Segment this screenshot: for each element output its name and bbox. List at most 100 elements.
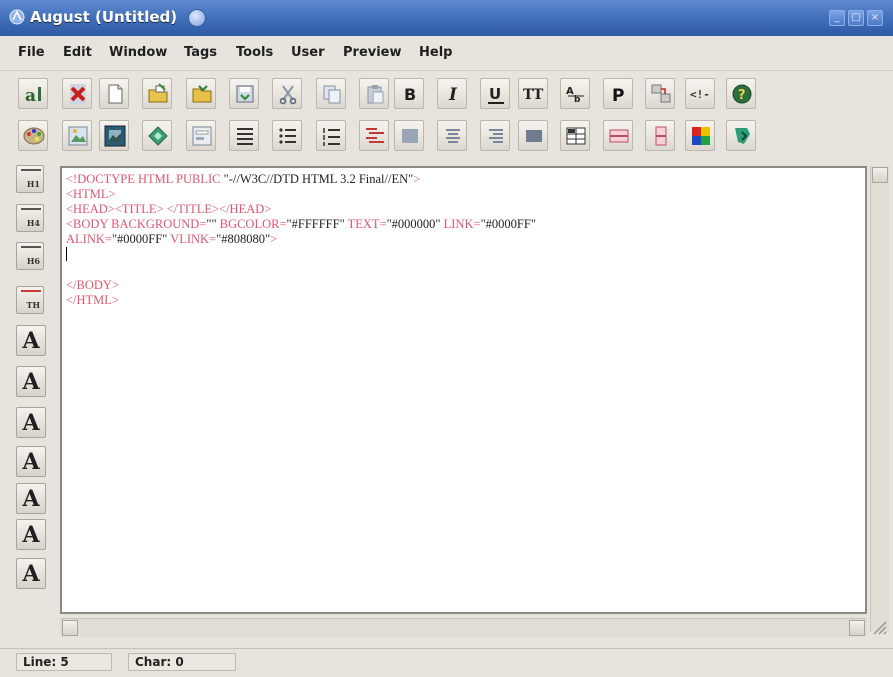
heading-2-button[interactable]: H4 bbox=[16, 204, 44, 232]
line-indicator: Line: 5 bbox=[16, 653, 112, 671]
close-file-button[interactable] bbox=[62, 78, 92, 109]
copy-button[interactable] bbox=[316, 78, 346, 109]
block-button[interactable] bbox=[518, 120, 548, 151]
picture-frame-icon bbox=[104, 125, 126, 147]
svg-text:?: ? bbox=[738, 88, 746, 103]
cut-button[interactable] bbox=[272, 78, 302, 109]
table-cell-button[interactable] bbox=[645, 120, 675, 151]
align-center-button[interactable] bbox=[437, 120, 467, 151]
heading-2-label: H4 bbox=[26, 218, 40, 228]
code-line: <BODY BACKGROUND="" BGCOLOR="#FFFFFF" TE… bbox=[66, 217, 861, 232]
new-file-button[interactable] bbox=[99, 78, 129, 109]
font-size-7-button[interactable]: A bbox=[16, 558, 46, 589]
save-file-button[interactable] bbox=[229, 78, 259, 109]
heading-1-button[interactable]: H1 bbox=[16, 165, 44, 193]
font-size-3-button[interactable]: A bbox=[16, 407, 46, 438]
code-value-token: "" bbox=[206, 217, 217, 231]
table-button[interactable] bbox=[560, 120, 590, 151]
scroll-right-arrow-icon[interactable] bbox=[849, 620, 865, 636]
code-line: <!DOCTYPE HTML PUBLIC "-//W3C//DTD HTML … bbox=[66, 172, 861, 187]
font-size-7-label: A bbox=[22, 561, 40, 587]
open-folder-button[interactable] bbox=[186, 78, 216, 109]
table-row-button[interactable] bbox=[603, 120, 633, 151]
form-icon bbox=[192, 126, 212, 146]
unordered-list-button[interactable] bbox=[272, 120, 302, 151]
vertical-scrollbar[interactable] bbox=[870, 166, 889, 632]
code-tag-token: TEXT= bbox=[344, 217, 387, 231]
paste-button[interactable] bbox=[359, 78, 389, 109]
teletype-button[interactable]: TT bbox=[518, 78, 548, 109]
code-value-token: "#808080" bbox=[216, 232, 271, 246]
horizontal-scrollbar[interactable] bbox=[60, 618, 867, 637]
code-value-token: "#000000" bbox=[386, 217, 441, 231]
scroll-up-arrow-icon[interactable] bbox=[872, 167, 888, 183]
menu-edit[interactable]: Edit bbox=[63, 45, 92, 60]
form-button[interactable] bbox=[186, 120, 216, 151]
bold-button[interactable]: B bbox=[394, 78, 424, 109]
maximize-button[interactable]: □ bbox=[848, 10, 864, 26]
code-line: ​ bbox=[66, 263, 861, 278]
italic-button[interactable]: I bbox=[437, 78, 467, 109]
image-button[interactable] bbox=[62, 120, 92, 151]
window-title: August (Untitled) bbox=[30, 8, 178, 26]
definition-list-button[interactable] bbox=[359, 120, 389, 151]
anchor-diamond-button[interactable] bbox=[142, 120, 172, 151]
title-bar[interactable]: August (Untitled) _ □ × bbox=[0, 0, 893, 36]
code-editor[interactable]: <!DOCTYPE HTML PUBLIC "-//W3C//DTD HTML … bbox=[60, 166, 867, 614]
sticky-pin-icon[interactable] bbox=[188, 9, 206, 27]
editor-text[interactable]: <!DOCTYPE HTML PUBLIC "-//W3C//DTD HTML … bbox=[66, 172, 861, 608]
heading-3-icon bbox=[21, 246, 41, 256]
underline-icon: U bbox=[488, 85, 504, 104]
colors-button[interactable] bbox=[685, 120, 715, 151]
ordered-list-button[interactable] bbox=[316, 120, 346, 151]
picture-frame-button[interactable] bbox=[99, 120, 129, 151]
tree-button[interactable] bbox=[726, 120, 756, 151]
new-file-icon bbox=[108, 84, 123, 104]
menu-window[interactable]: Window bbox=[109, 45, 167, 60]
menu-tools[interactable]: Tools bbox=[236, 45, 273, 60]
align-left-button[interactable] bbox=[394, 120, 424, 151]
font-size-2-button[interactable]: A bbox=[16, 366, 46, 397]
menu-help[interactable]: Help bbox=[419, 45, 452, 60]
font-size-1-button[interactable]: A bbox=[16, 325, 46, 356]
cut-icon bbox=[279, 85, 297, 105]
list-icon bbox=[237, 128, 253, 145]
link-button[interactable] bbox=[645, 78, 675, 109]
svg-text:a: a bbox=[25, 86, 36, 106]
align-left-icon bbox=[402, 129, 418, 143]
table-heading-button[interactable]: TH bbox=[16, 286, 44, 314]
font-size-4-button[interactable]: A bbox=[16, 446, 46, 477]
code-tag-token: <!DOCTYPE HTML PUBLIC bbox=[66, 172, 224, 186]
subscript-button[interactable]: Ab bbox=[560, 78, 590, 109]
code-tag-token: <HEAD><TITLE> </TITLE></HEAD> bbox=[66, 202, 272, 216]
font-size-5-button[interactable]: A bbox=[16, 483, 46, 514]
font-size-5-label: A bbox=[22, 486, 40, 512]
scroll-left-arrow-icon[interactable] bbox=[62, 620, 78, 636]
heading-3-button[interactable]: H6 bbox=[16, 242, 44, 270]
help-button[interactable]: ? bbox=[726, 78, 756, 109]
paragraph-button[interactable]: P bbox=[603, 78, 633, 109]
tag-palette: H1 H4 H6 TH A A A A A A A bbox=[16, 165, 50, 615]
minimize-button[interactable]: _ bbox=[829, 10, 845, 26]
august-logo-button[interactable]: a bbox=[18, 78, 48, 109]
heading-2-icon bbox=[21, 208, 41, 218]
color-palette-button[interactable] bbox=[18, 120, 48, 151]
comment-button[interactable]: <!- bbox=[685, 78, 715, 109]
menu-tags[interactable]: Tags bbox=[184, 45, 217, 60]
font-size-6-button[interactable]: A bbox=[16, 519, 46, 550]
close-window-button[interactable]: × bbox=[867, 10, 883, 26]
code-tag-token: BGCOLOR= bbox=[216, 217, 287, 231]
help-icon: ? bbox=[732, 84, 752, 104]
menu-preview[interactable]: Preview bbox=[343, 45, 402, 60]
italic-icon: I bbox=[448, 85, 458, 105]
list-button[interactable] bbox=[229, 120, 259, 151]
resize-grip-icon[interactable] bbox=[870, 618, 888, 636]
align-right-icon bbox=[489, 129, 503, 143]
menu-file[interactable]: File bbox=[18, 45, 45, 60]
open-file-button[interactable] bbox=[142, 78, 172, 109]
align-right-button[interactable] bbox=[480, 120, 510, 151]
code-tag-token: VLINK= bbox=[167, 232, 217, 246]
underline-button[interactable]: U bbox=[480, 78, 510, 109]
menu-user[interactable]: User bbox=[291, 45, 325, 60]
code-tag-token: LINK= bbox=[440, 217, 481, 231]
